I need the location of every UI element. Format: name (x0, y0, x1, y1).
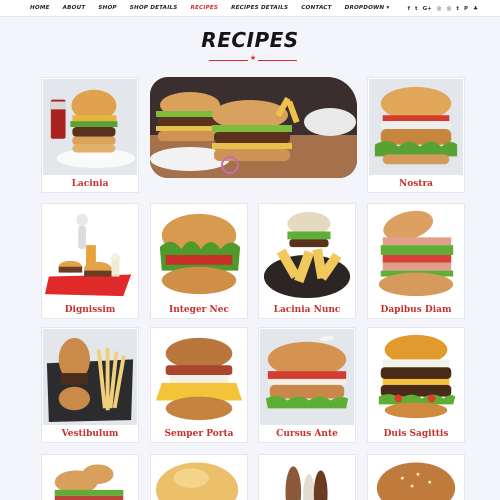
pinterest-icon[interactable]: P (464, 6, 468, 12)
nav-shop-details[interactable]: SHOP DETAILS (130, 5, 178, 11)
bun-image (155, 462, 239, 500)
recipe-title[interactable]: Dapibus Diam (368, 305, 464, 315)
recipe-card-dapibus-diam[interactable]: Dapibus Diam (367, 203, 465, 319)
recipe-title[interactable]: Duis Sagittis (368, 429, 464, 439)
snapchat-icon[interactable]: ♣ (473, 6, 478, 12)
star-icon: ★ (249, 54, 257, 62)
nav-links: HOME ABOUT SHOP SHOP DETAILS RECIPES REC… (0, 0, 402, 17)
tall-sandwich-image (378, 210, 454, 297)
nav-home[interactable]: HOME (30, 5, 50, 11)
chicken-burger-image (374, 86, 458, 165)
recipe-card-row4-1[interactable] (41, 454, 139, 500)
recipe-card-duis-sagittis[interactable]: Duis Sagittis (367, 327, 465, 443)
recipe-image (369, 329, 463, 425)
recipe-card-lacinia-nunc[interactable]: Lacinia Nunc (258, 203, 356, 319)
recipe-card-integer-nec[interactable]: Integer Nec (150, 203, 248, 319)
divider-line-right (258, 60, 297, 61)
recipe-title[interactable]: Semper Porta (151, 429, 247, 439)
recipe-title[interactable]: Lacinia (42, 179, 138, 189)
recipe-card-cursus-ante[interactable]: Cursus Ante (258, 327, 356, 443)
recipe-card-row4-3[interactable] (258, 454, 356, 500)
fast-food-tray-image (44, 213, 132, 297)
facebook-icon[interactable]: f (408, 6, 410, 12)
recipe-card-row4-4[interactable] (367, 454, 465, 500)
recipe-card-lacinia[interactable]: Lacinia (41, 77, 139, 193)
divider-line-left (209, 60, 248, 61)
recipe-image (43, 205, 137, 301)
recipe-image (260, 329, 354, 425)
recipe-image (369, 456, 463, 500)
nav-about[interactable]: ABOUT (63, 5, 86, 11)
recipe-title[interactable]: Nostra (368, 179, 464, 189)
recipe-image (43, 329, 137, 425)
recipe-card-vestibulum[interactable]: Vestibulum (41, 327, 139, 443)
recipe-image (152, 205, 246, 301)
breakfast-sandwich-image (155, 337, 243, 421)
double-cheeseburger-image (378, 334, 456, 419)
top-navbar: HOME ABOUT SHOP SHOP DETAILS RECIPES REC… (0, 0, 500, 17)
burger-on-board-image (46, 337, 134, 423)
recipe-image (369, 79, 463, 175)
recipe-title[interactable]: Integer Nec (151, 305, 247, 315)
page-title: RECIPES (201, 28, 299, 52)
recipe-title[interactable]: Cursus Ante (259, 429, 355, 439)
social-links: f t G+ ◎ ◎ t P ♣ (403, 0, 478, 17)
burger-image (54, 464, 124, 500)
hotdog-image (285, 466, 328, 500)
recipe-title[interactable]: Lacinia Nunc (259, 305, 355, 315)
recipe-card-semper-porta[interactable]: Semper Porta (150, 327, 248, 443)
recipe-title[interactable]: Vestibulum (42, 429, 138, 439)
recipe-card-row4-2[interactable] (150, 454, 248, 500)
recipe-image (152, 329, 246, 425)
recipe-image (43, 456, 137, 500)
featured-burger-image (150, 77, 357, 178)
tumblr-icon[interactable]: t (456, 6, 459, 12)
title-divider: ★ (209, 54, 297, 63)
nav-contact[interactable]: CONTACT (301, 5, 331, 11)
recipe-title[interactable]: Dignissim (42, 305, 138, 315)
instagram-icon[interactable]: ◎ (437, 6, 442, 12)
nav-recipes-details[interactable]: RECIPES DETAILS (231, 5, 288, 11)
nav-shop[interactable]: SHOP (98, 5, 116, 11)
nav-recipes[interactable]: RECIPES (190, 5, 218, 11)
recipe-image (260, 205, 354, 301)
google-plus-icon[interactable]: G+ (423, 6, 432, 12)
recipe-image (260, 456, 354, 500)
dribbble-icon[interactable]: ◎ (447, 6, 452, 12)
seeded-bun-burger-image (376, 462, 456, 500)
twitter-icon[interactable]: t (415, 6, 418, 12)
nav-dropdown[interactable]: DROPDOWN ▾ (345, 5, 390, 11)
recipe-card-dignissim[interactable]: Dignissim (41, 203, 139, 319)
recipe-image (369, 205, 463, 301)
apple-shaped-burger-image (265, 335, 349, 409)
salad-burger-image (159, 213, 241, 295)
featured-burgers-illustration (150, 77, 357, 178)
burger-with-drink-image (50, 89, 136, 169)
recipe-card-nostra[interactable]: Nostra (367, 77, 465, 193)
recipe-image (43, 79, 137, 175)
burger-with-fries-image (263, 211, 351, 299)
recipe-image (152, 456, 246, 500)
